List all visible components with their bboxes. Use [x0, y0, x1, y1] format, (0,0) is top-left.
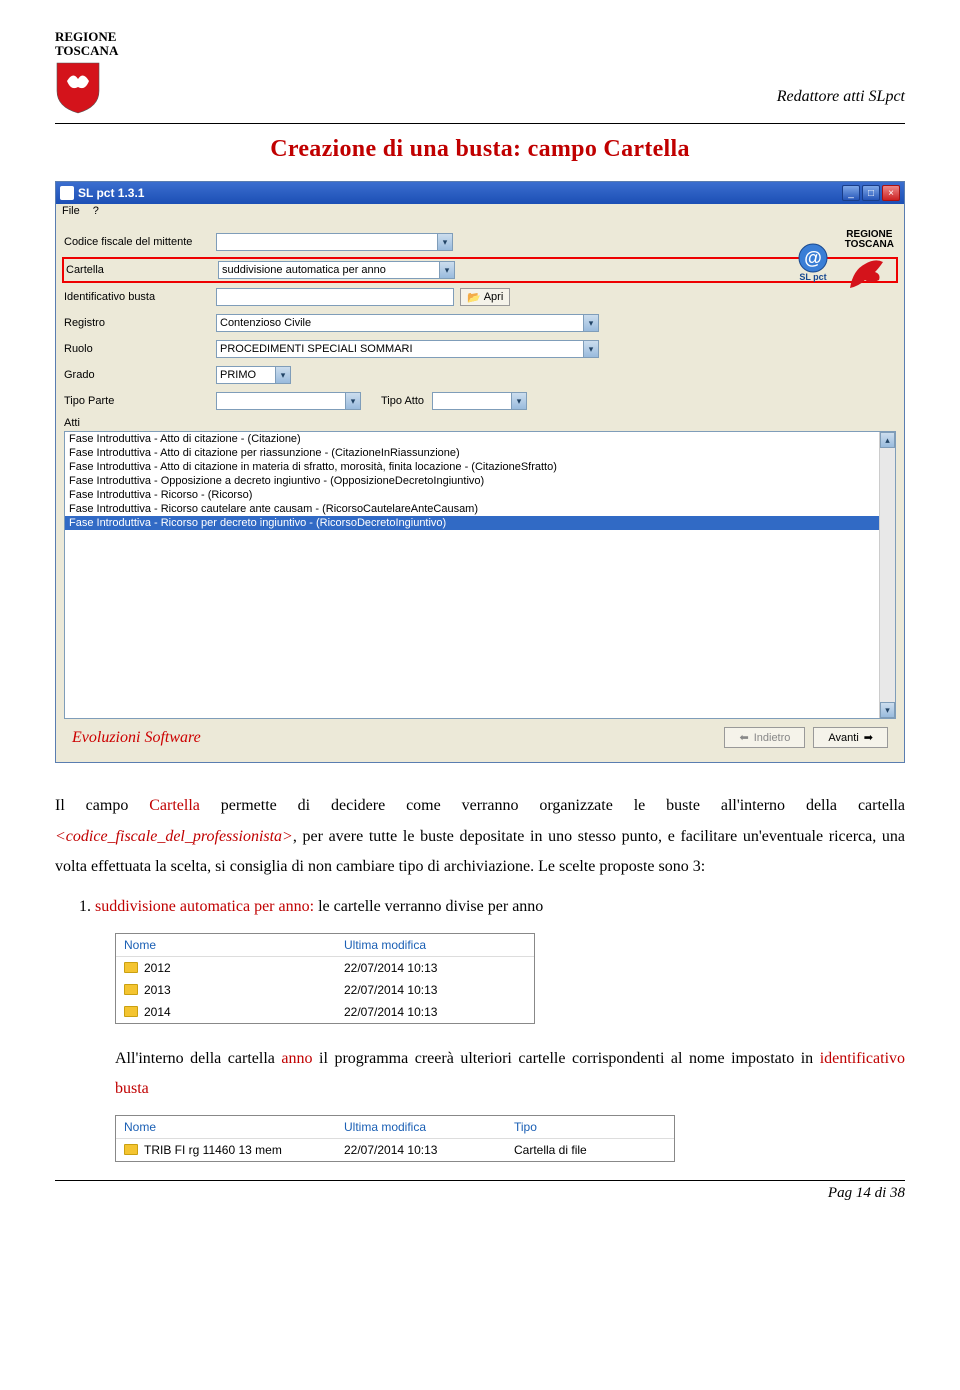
- rt-line2: TOSCANA: [845, 240, 894, 250]
- page-number: Pag 14 di 38: [828, 1185, 905, 1202]
- atti-item[interactable]: Fase Introduttiva - Atto di citazione - …: [65, 432, 895, 446]
- window-title: SL pct 1.3.1: [78, 186, 842, 200]
- label-atti: Atti: [64, 417, 896, 429]
- identificativo-input[interactable]: [216, 288, 454, 306]
- codice-fiscale-input[interactable]: [216, 233, 438, 251]
- header-divider: [55, 123, 905, 124]
- label-tipo-parte: Tipo Parte: [64, 395, 216, 407]
- cartella-input[interactable]: [218, 261, 440, 279]
- logo-line2: TOSCANA: [55, 44, 118, 58]
- registro-dropdown[interactable]: ▾: [583, 314, 599, 332]
- scroll-up-icon[interactable]: ▴: [880, 432, 895, 448]
- folder-open-icon: 📂: [467, 291, 481, 304]
- page-title: Creazione di una busta: campo Cartella: [55, 136, 905, 163]
- back-button[interactable]: ⬅ Indietro: [724, 727, 805, 748]
- svg-text:SL pct: SL pct: [799, 272, 826, 282]
- th2-tipo: Tipo: [506, 1116, 656, 1138]
- codice-fiscale-placeholder: <codice_fiscale_del_professionista>: [55, 828, 293, 845]
- grado-input[interactable]: [216, 366, 276, 384]
- codice-fiscale-dropdown[interactable]: ▾: [437, 233, 453, 251]
- maximize-button[interactable]: □: [862, 185, 880, 201]
- arrow-right-icon: ➡: [864, 731, 873, 744]
- pegasus-icon: [845, 250, 889, 294]
- menubar: File ?: [56, 204, 904, 222]
- label-registro: Registro: [64, 317, 216, 329]
- slpct-logo-icon: @ SL pct: [791, 240, 835, 284]
- label-cartella: Cartella: [66, 264, 218, 276]
- atti-scrollbar[interactable]: ▴ ▾: [879, 432, 895, 718]
- header-right-label: Redattore atti SLpct: [777, 30, 905, 106]
- cartella-highlight: Cartella ▾: [62, 257, 898, 283]
- th2-mod: Ultima modifica: [336, 1116, 506, 1138]
- ruolo-dropdown[interactable]: ▾: [583, 340, 599, 358]
- vendor-logo: Evoluzioni Software: [72, 729, 201, 747]
- tipo-parte-dropdown[interactable]: ▾: [345, 392, 361, 410]
- minimize-button[interactable]: _: [842, 185, 860, 201]
- paragraph-2: All'interno della cartella anno il progr…: [55, 1044, 905, 1105]
- paragraph-1: Il campo Cartella permette di decidere c…: [55, 791, 905, 882]
- label-tipo-atto: Tipo Atto: [381, 395, 424, 407]
- grado-dropdown[interactable]: ▾: [275, 366, 291, 384]
- svg-text:@: @: [804, 248, 822, 268]
- table-row: TRIB FI rg 11460 13 mem22/07/2014 10:13C…: [116, 1139, 674, 1161]
- ruolo-input[interactable]: [216, 340, 584, 358]
- th-mod: Ultima modifica: [336, 934, 506, 956]
- tipo-atto-input[interactable]: [432, 392, 512, 410]
- cartella-term: Cartella: [149, 797, 200, 814]
- folder-icon: [124, 1144, 138, 1155]
- apri-button[interactable]: 📂 Apri: [460, 288, 510, 306]
- table-row: 201422/07/2014 10:13: [116, 1001, 534, 1023]
- table-row: 201322/07/2014 10:13: [116, 979, 534, 1001]
- atti-item[interactable]: Fase Introduttiva - Opposizione a decret…: [65, 474, 895, 488]
- right-logo-block: @SL pct REGIONE TOSCANA: [791, 230, 894, 294]
- header-logo: REGIONE TOSCANA: [55, 30, 118, 115]
- busta-folder-table: Nome Ultima modifica Tipo TRIB FI rg 114…: [115, 1115, 675, 1162]
- registro-input[interactable]: [216, 314, 584, 332]
- app-window: SL pct 1.3.1 _ □ × File ? @SL pct REGION…: [55, 181, 905, 763]
- next-button[interactable]: Avanti ➡: [813, 727, 888, 748]
- folder-icon: [124, 984, 138, 995]
- arrow-left-icon: ⬅: [739, 731, 748, 744]
- tipo-atto-dropdown[interactable]: ▾: [511, 392, 527, 410]
- label-ruolo: Ruolo: [64, 343, 216, 355]
- table-row: 201222/07/2014 10:13: [116, 957, 534, 979]
- next-label: Avanti: [828, 732, 858, 744]
- apri-label: Apri: [484, 291, 504, 303]
- folder-icon: [124, 962, 138, 973]
- scroll-down-icon[interactable]: ▾: [880, 702, 895, 718]
- folder-icon: [124, 1006, 138, 1017]
- tipo-parte-input[interactable]: [216, 392, 346, 410]
- year-folders-table: Nome Ultima modifica 201222/07/2014 10:1…: [115, 933, 535, 1024]
- label-grado: Grado: [64, 369, 216, 381]
- list-item-1: 1. suddivisione automatica per anno: le …: [55, 892, 905, 922]
- atti-listbox[interactable]: Fase Introduttiva - Atto di citazione - …: [64, 431, 896, 719]
- th-nome: Nome: [116, 934, 336, 956]
- menu-help[interactable]: ?: [93, 205, 99, 217]
- th2-nome: Nome: [116, 1116, 336, 1138]
- atti-item[interactable]: Fase Introduttiva - Ricorso per decreto …: [65, 516, 895, 530]
- atti-item[interactable]: Fase Introduttiva - Ricorso cautelare an…: [65, 502, 895, 516]
- atti-item[interactable]: Fase Introduttiva - Atto di citazione in…: [65, 460, 895, 474]
- atti-item[interactable]: Fase Introduttiva - Atto di citazione pe…: [65, 446, 895, 460]
- label-identificativo: Identificativo busta: [64, 291, 216, 303]
- cartella-dropdown[interactable]: ▾: [439, 261, 455, 279]
- atti-item[interactable]: Fase Introduttiva - Ricorso - (Ricorso): [65, 488, 895, 502]
- label-codice-fiscale: Codice fiscale del mittente: [64, 236, 216, 248]
- app-icon: [60, 186, 74, 200]
- logo-line1: REGIONE: [55, 30, 116, 44]
- titlebar: SL pct 1.3.1 _ □ ×: [56, 182, 904, 204]
- menu-file[interactable]: File: [62, 205, 80, 217]
- back-label: Indietro: [754, 732, 791, 744]
- close-button[interactable]: ×: [882, 185, 900, 201]
- region-shield-icon: [55, 61, 101, 115]
